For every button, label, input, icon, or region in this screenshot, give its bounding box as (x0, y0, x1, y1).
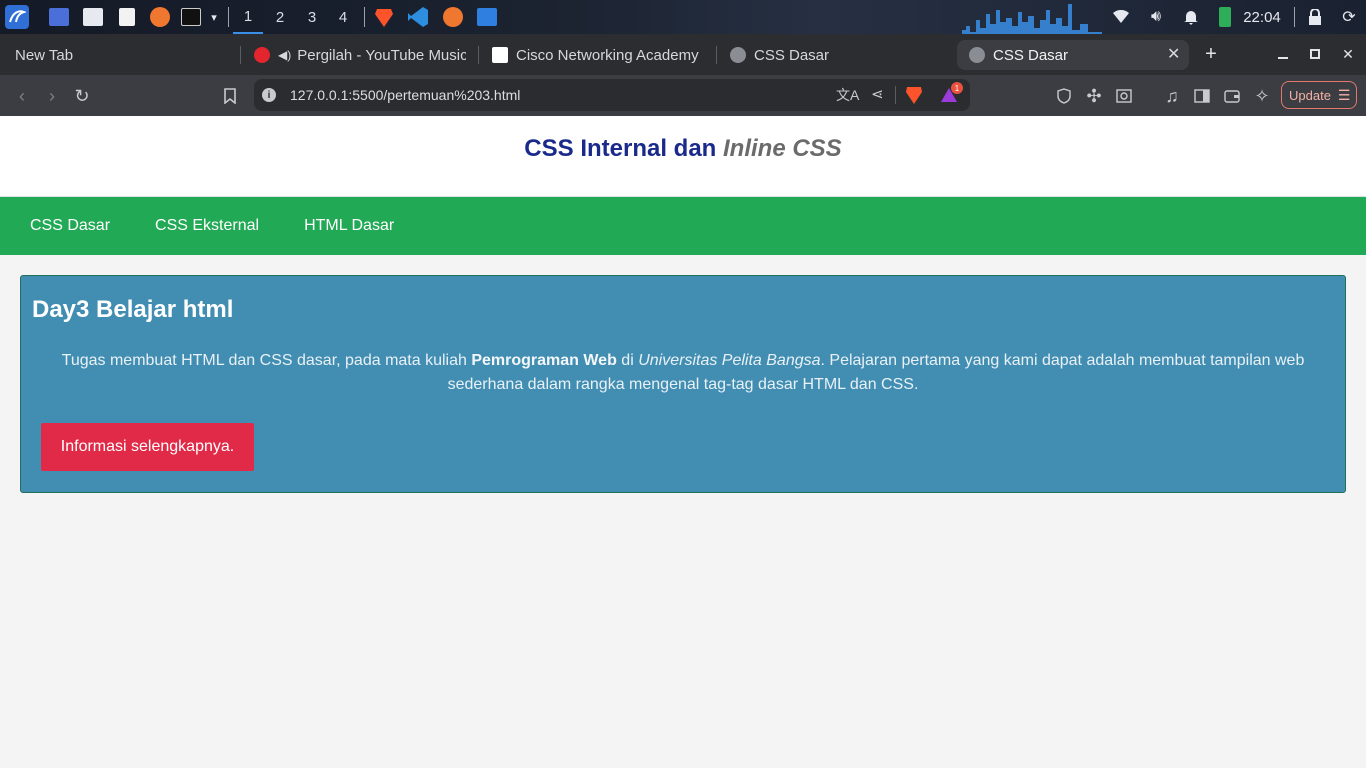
reload-icon[interactable]: ↻ (71, 85, 93, 107)
brave-shields-icon[interactable] (905, 85, 923, 110)
site-info-icon[interactable]: i (262, 88, 276, 102)
bell-icon[interactable] (1180, 0, 1202, 34)
nav-link-css-dasar[interactable]: CSS Dasar (30, 217, 110, 235)
tab-divider (716, 46, 717, 64)
more-info-button[interactable]: Informasi selengkapnya. (41, 423, 254, 471)
workspace-1[interactable]: 1 (233, 0, 263, 34)
screenshot-icon[interactable] (1113, 85, 1135, 107)
menu-icon: ☰ (1337, 86, 1351, 103)
kali-menu-button[interactable] (4, 0, 30, 34)
tab-divider (240, 46, 241, 64)
page-header: CSS Internal dan Inline CSS (0, 116, 1366, 197)
page-title: CSS Internal dan Inline CSS (524, 135, 841, 196)
audio-playing-icon[interactable]: ◀) (278, 48, 291, 62)
tab-youtube-music[interactable]: ◀) Pergilah - YouTube Music (254, 40, 466, 70)
main-nav: CSS Dasar CSS Eksternal HTML Dasar (0, 197, 1366, 255)
tab-new-tab[interactable]: New Tab (15, 40, 230, 70)
panel-separator (228, 7, 229, 27)
firefox-icon[interactable] (148, 0, 172, 34)
notification-badge: 1 (951, 82, 963, 94)
terminal-icon[interactable] (179, 0, 203, 34)
browser-tab-bar: New Tab ◀) Pergilah - YouTube Music Cisc… (0, 34, 1366, 75)
new-tab-icon[interactable]: + (1201, 43, 1221, 65)
tab-label: CSS Dasar (993, 46, 1069, 64)
tab-label: New Tab (15, 46, 74, 64)
page-title-italic: Inline CSS (723, 135, 842, 162)
update-button[interactable]: Update ☰ (1281, 81, 1357, 109)
page-title-plain: CSS Internal dan (524, 135, 723, 162)
power-refresh-icon[interactable]: ⟳ (1338, 0, 1360, 34)
browser-toolbar: ‹ › ↻ i 127.0.0.1:5500/pertemuan%203.htm… (0, 75, 1366, 116)
close-tab-icon[interactable]: ✕ (1167, 44, 1180, 64)
files-icon[interactable] (81, 0, 105, 34)
text-editor-icon[interactable] (115, 0, 139, 34)
tab-label: CSS Dasar (754, 46, 830, 64)
battery-icon[interactable] (1214, 0, 1236, 34)
media-music-icon[interactable]: ♫ (1161, 85, 1183, 107)
translate-icon[interactable]: 文A (836, 85, 859, 105)
globe-icon (969, 47, 985, 63)
workspace-2[interactable]: 2 (265, 0, 295, 34)
panel-separator (1294, 7, 1295, 27)
tab-label: Pergilah - YouTube Music (297, 46, 466, 64)
volume-icon[interactable]: 🔊︎ (1145, 0, 1167, 34)
tab-label: Cisco Networking Academy (516, 46, 699, 64)
card-paragraph: Tugas membuat HTML dan CSS dasar, pada m… (41, 349, 1325, 397)
workspace-3[interactable]: 3 (297, 0, 327, 34)
tab-css-dasar[interactable]: CSS Dasar (730, 40, 940, 70)
nav-link-html-dasar[interactable]: HTML Dasar (304, 217, 394, 235)
kali-dragon-icon (5, 5, 29, 29)
brave-icon[interactable] (372, 0, 396, 34)
intro-card: Day3 Belajar html Tugas membuat HTML dan… (20, 275, 1346, 493)
card-text-2: di (616, 352, 639, 369)
lock-icon[interactable] (1304, 0, 1326, 34)
globe-icon (730, 47, 746, 63)
wifi-icon[interactable] (1110, 0, 1132, 34)
card-text-italic: Universitas Pelita Bangsa (638, 352, 821, 369)
audio-visualizer (962, 4, 1102, 34)
card-heading: Day3 Belajar html (32, 296, 234, 323)
card-text-bold: Pemrograman Web (471, 352, 617, 369)
clock[interactable]: 22:04 (1240, 0, 1284, 34)
tab-divider (478, 46, 479, 64)
sidebar-icon[interactable] (1191, 85, 1213, 107)
card-text-1: Tugas membuat HTML dan CSS dasar, pada m… (61, 352, 472, 369)
maximize-icon[interactable] (1305, 44, 1325, 64)
forward-icon[interactable]: › (41, 85, 63, 107)
url-text[interactable]: 127.0.0.1:5500/pertemuan%203.html (290, 87, 520, 103)
share-icon[interactable]: ⋖ (871, 85, 884, 103)
home-folder-icon[interactable] (475, 0, 499, 34)
vpn-shield-icon[interactable] (1053, 85, 1075, 107)
minimize-icon[interactable] (1273, 44, 1293, 64)
vscode-icon[interactable] (406, 0, 430, 34)
workspace-4[interactable]: 4 (328, 0, 358, 34)
update-label: Update (1289, 87, 1331, 103)
brave-rewards-icon[interactable]: 1 (940, 82, 963, 109)
desktop-icon[interactable] (47, 0, 71, 34)
os-top-panel: ▾ 1 2 3 4 🔊︎ 22:04 ⟳ (0, 0, 1366, 34)
back-icon[interactable]: ‹ (11, 85, 33, 107)
tab-css-dasar-active[interactable]: CSS Dasar (957, 40, 1189, 70)
firefox-icon[interactable] (441, 0, 465, 34)
urlbar-divider (895, 86, 896, 104)
extensions-icon[interactable]: ✣ (1083, 85, 1105, 107)
nav-link-css-eksternal[interactable]: CSS Eksternal (155, 217, 259, 235)
close-window-icon[interactable]: ✕ (1338, 44, 1358, 64)
leo-ai-icon[interactable]: ✧ (1251, 85, 1273, 107)
web-page-viewport: CSS Internal dan Inline CSS CSS Dasar CS… (0, 116, 1366, 768)
wallet-icon[interactable] (1221, 85, 1243, 107)
chevron-down-icon[interactable]: ▾ (206, 0, 222, 34)
panel-separator (364, 7, 365, 27)
bookmark-icon[interactable] (219, 85, 241, 107)
tab-cisco[interactable]: Cisco Networking Academy (492, 40, 702, 70)
address-bar[interactable]: i 127.0.0.1:5500/pertemuan%203.html 文A ⋖… (254, 79, 970, 111)
cisco-icon (492, 47, 508, 63)
youtube-music-icon (254, 47, 270, 63)
